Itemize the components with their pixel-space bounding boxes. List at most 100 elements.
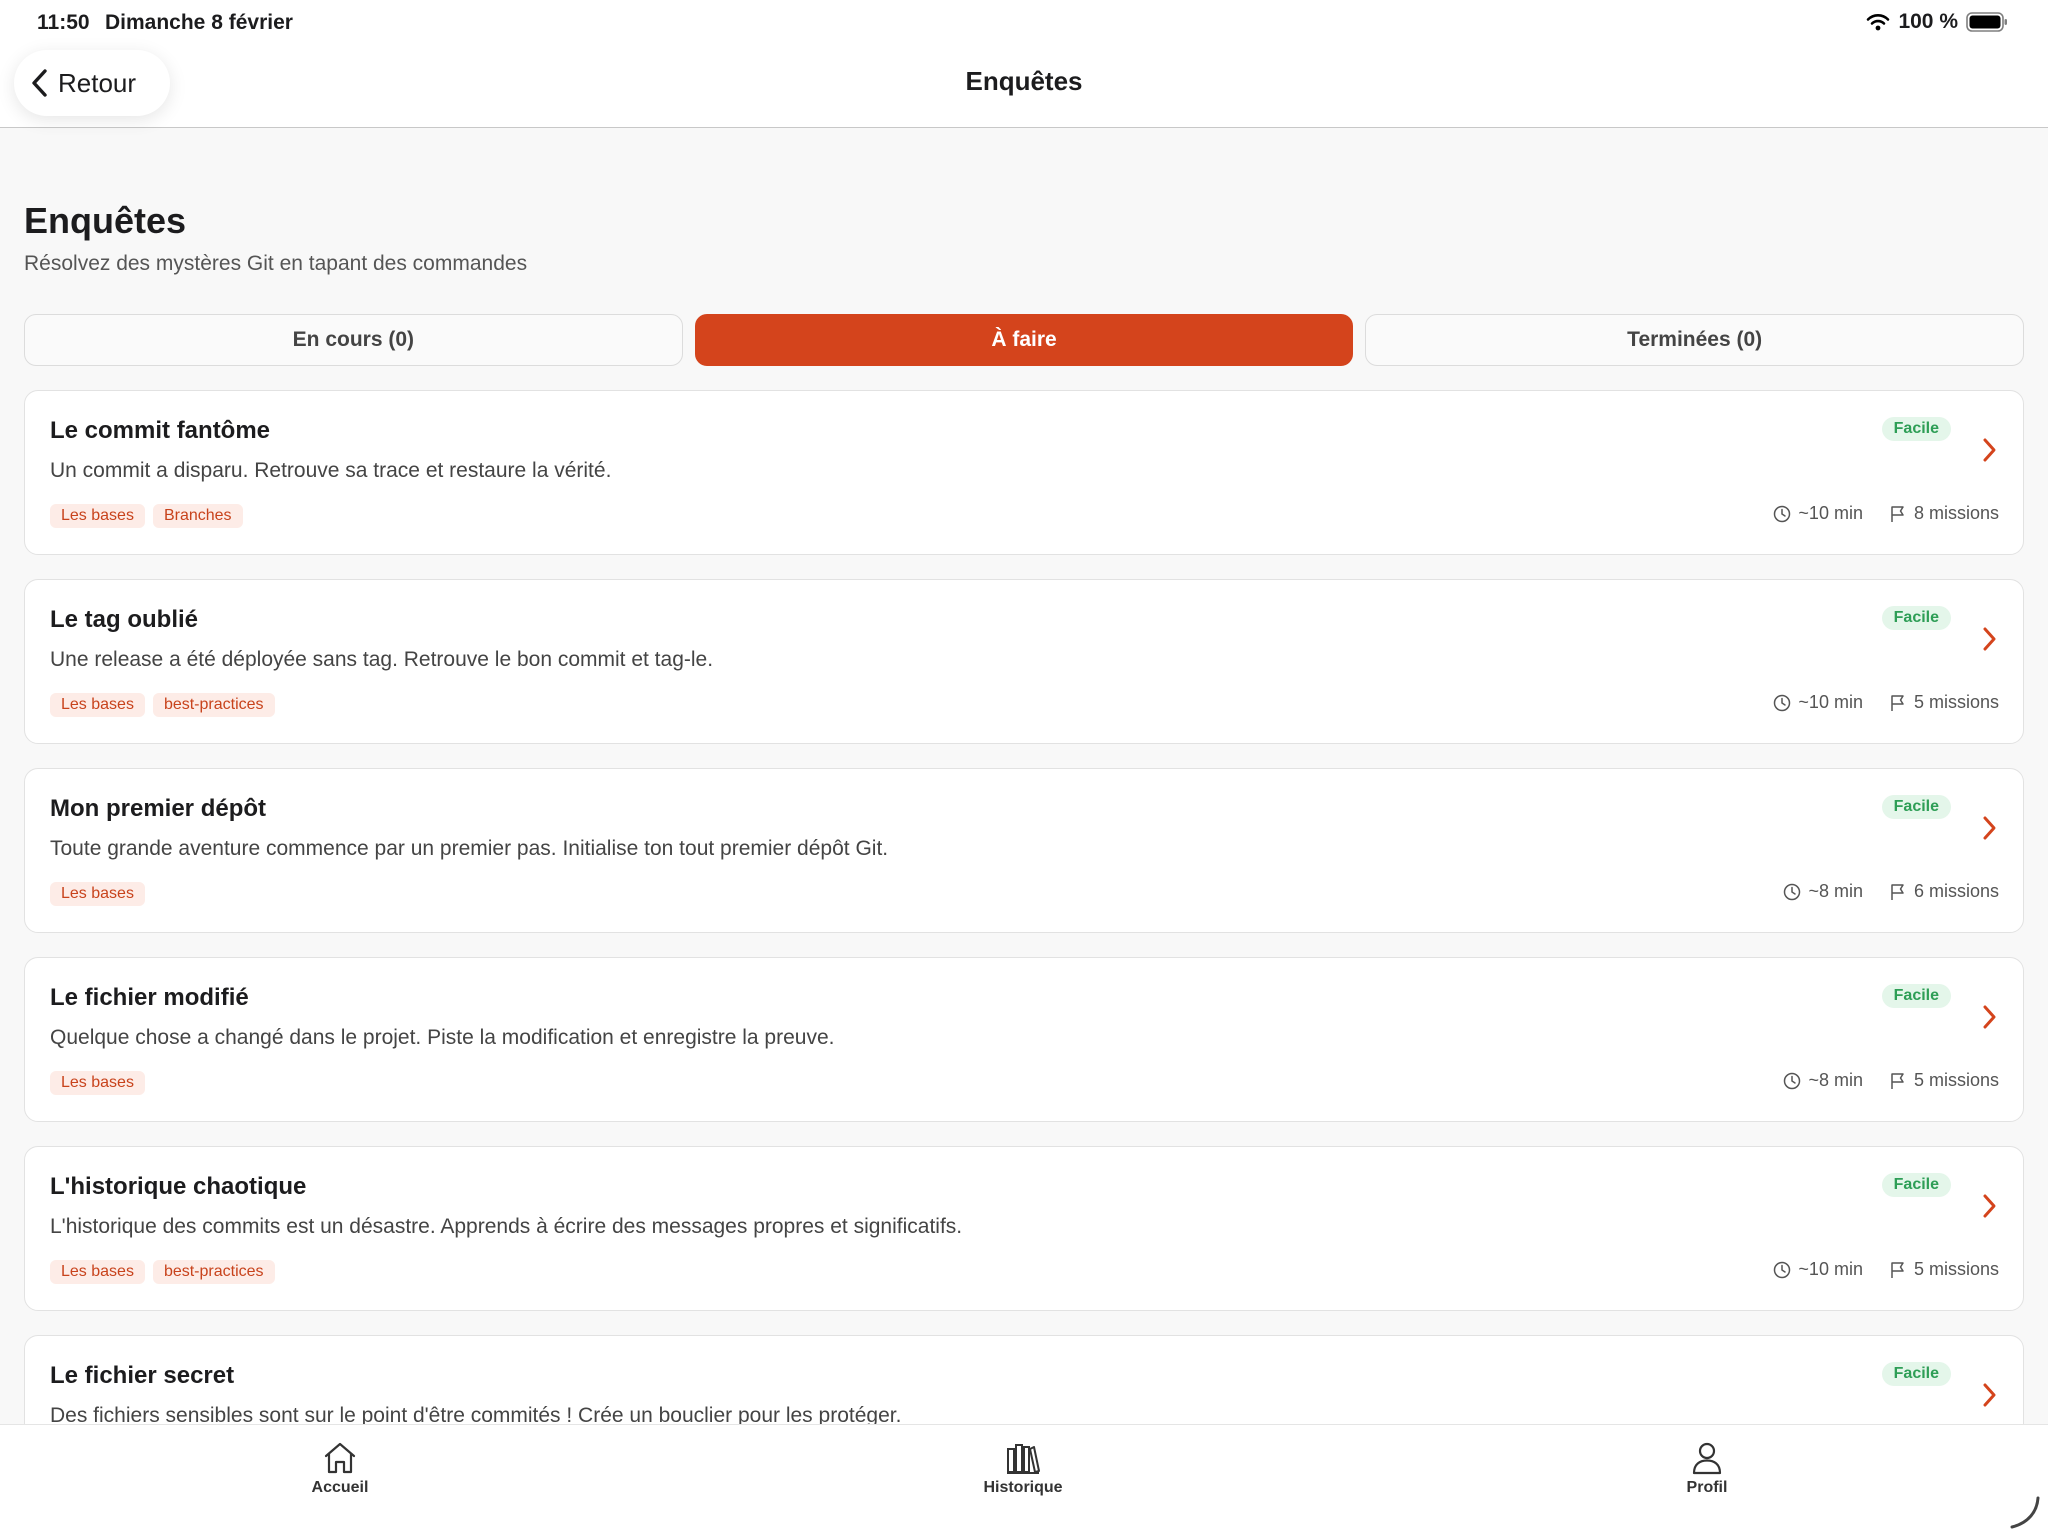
mission-count-text: 5 missions (1913, 1259, 1999, 1279)
battery-percentage: 100 % (1898, 10, 1958, 33)
investigation-title: Le commit fantôme (50, 417, 271, 444)
tab-bar-item-profil[interactable]: Profil (1607, 1441, 1807, 1497)
mission-count: 8 missions (1889, 503, 1999, 524)
chevron-right-icon[interactable] (1979, 813, 1999, 843)
mission-count-text: 5 missions (1913, 692, 1999, 712)
tab-terminees[interactable]: Terminées (0) (1365, 314, 2025, 366)
investigation-meta: ~10 min 8 missions (1773, 503, 1999, 524)
tag: Les bases (50, 882, 145, 906)
chevron-left-icon (32, 69, 47, 97)
nav-title: Enquêtes (965, 66, 1083, 96)
chevron-right-icon[interactable] (1979, 1002, 1999, 1032)
difficulty-badge: Facile (1881, 795, 1951, 819)
bottom-tab-bar: Accueil Historique Profil (0, 1424, 2048, 1536)
investigation-card[interactable]: Le fichier modifié Quelque chose a chang… (24, 957, 2024, 1122)
clock-icon (1774, 505, 1791, 522)
investigation-description: Une release a été déployée sans tag. Ret… (50, 648, 714, 671)
tag: Les bases (50, 504, 145, 528)
investigation-description: Quelque chose a changé dans le projet. P… (50, 1026, 835, 1049)
tab-a-faire[interactable]: À faire (694, 314, 1354, 366)
investigation-description: Un commit a disparu. Retrouve sa trace e… (50, 459, 612, 482)
duration-text: ~10 min (1798, 1259, 1863, 1279)
flag-icon (1891, 1072, 1904, 1089)
mission-count-text: 5 missions (1913, 1070, 1999, 1090)
chevron-right-icon[interactable] (1979, 1380, 1999, 1410)
filter-tabs: En cours (0) À faire Terminées (0) (24, 314, 2025, 366)
tag-list: Les bases best-practices (50, 1260, 275, 1284)
duration-text: ~10 min (1798, 692, 1863, 712)
difficulty-badge: Facile (1881, 984, 1951, 1008)
difficulty-badge: Facile (1881, 1173, 1951, 1197)
duration: ~8 min (1783, 1070, 1863, 1091)
back-label: Retour (58, 67, 137, 98)
tag-list: Les bases Branches (50, 504, 243, 528)
tag: Les bases (50, 693, 145, 717)
flag-icon (1891, 883, 1904, 900)
flag-icon (1891, 1261, 1904, 1278)
investigation-card[interactable]: Mon premier dépôt Toute grande aventure … (24, 768, 2024, 933)
investigation-card[interactable]: Le fichier secret Des fichiers sensibles… (24, 1335, 2024, 1424)
investigation-list[interactable]: Le commit fantôme Un commit a disparu. R… (24, 390, 2024, 1424)
duration: ~10 min (1773, 692, 1863, 713)
tab-bar-item-accueil[interactable]: Accueil (240, 1441, 440, 1497)
tag: Les bases (50, 1071, 145, 1095)
difficulty-badge: Facile (1881, 1362, 1951, 1386)
flag-icon (1891, 505, 1904, 522)
investigation-title: Le fichier secret (50, 1362, 235, 1389)
clock-icon (1774, 1261, 1791, 1278)
investigation-meta: ~8 min 6 missions (1783, 881, 1999, 902)
clock-icon (1784, 1072, 1801, 1089)
back-button[interactable]: Retour (14, 50, 170, 116)
flag-icon (1891, 694, 1904, 711)
tab-bar-label: Historique (983, 1479, 1063, 1496)
person-icon (1692, 1442, 1722, 1475)
investigation-meta: ~8 min 5 missions (1783, 1070, 1999, 1091)
investigation-description: Toute grande aventure commence par un pr… (50, 837, 889, 860)
tag-list: Les bases best-practices (50, 693, 275, 717)
chevron-right-icon[interactable] (1979, 1191, 1999, 1221)
status-date: Dimanche 8 février (105, 11, 293, 34)
home-icon (324, 1442, 356, 1474)
investigation-meta: ~10 min 5 missions (1773, 692, 1999, 713)
wifi-icon (1867, 14, 1890, 31)
tab-bar-label: Profil (1686, 1479, 1728, 1496)
duration: ~10 min (1773, 503, 1863, 524)
investigation-meta: ~10 min 5 missions (1773, 1259, 1999, 1280)
difficulty-badge: Facile (1881, 606, 1951, 630)
mission-count-text: 8 missions (1913, 503, 1999, 523)
duration-text: ~8 min (1808, 881, 1863, 901)
status-time: 11:50 (37, 11, 90, 34)
chevron-right-icon[interactable] (1979, 624, 1999, 654)
page-title: Enquêtes (24, 200, 187, 241)
library-icon (1007, 1444, 1040, 1474)
investigation-title: Le tag oublié (50, 606, 199, 633)
tab-bar-item-historique[interactable]: Historique (923, 1441, 1123, 1497)
tag: best-practices (152, 693, 275, 717)
mission-count: 5 missions (1889, 1259, 1999, 1280)
duration: ~10 min (1773, 1259, 1863, 1280)
mission-count: 6 missions (1889, 881, 1999, 902)
investigation-title: Mon premier dépôt (50, 795, 267, 822)
resize-corner-icon (2010, 1496, 2040, 1529)
page-subtitle: Résolvez des mystères Git en tapant des … (24, 252, 528, 275)
navigation-bar: Enquêtes Retour (0, 46, 2048, 128)
mission-count-text: 6 missions (1913, 881, 1999, 901)
mission-count: 5 missions (1889, 692, 1999, 713)
tag-list: Les bases (50, 1071, 145, 1095)
mission-count: 5 missions (1889, 1070, 1999, 1091)
battery-icon (1966, 12, 2007, 32)
tag: best-practices (152, 1260, 275, 1284)
difficulty-badge: Facile (1881, 417, 1951, 441)
duration-text: ~8 min (1808, 1070, 1863, 1090)
status-bar: 11:50 Dimanche 8 février 100 % (0, 0, 2048, 46)
investigation-card[interactable]: Le tag oublié Une release a été déployée… (24, 579, 2024, 744)
investigation-card[interactable]: Le commit fantôme Un commit a disparu. R… (24, 390, 2024, 555)
status-indicators: 100 % (1866, 10, 2008, 34)
tag: Branches (152, 504, 243, 528)
tab-bar-label: Accueil (311, 1479, 369, 1496)
clock-icon (1784, 883, 1801, 900)
chevron-right-icon[interactable] (1979, 435, 1999, 465)
investigation-card[interactable]: L'historique chaotique L'historique des … (24, 1146, 2024, 1311)
investigation-title: L'historique chaotique (50, 1173, 307, 1200)
tab-en-cours[interactable]: En cours (0) (24, 314, 683, 366)
